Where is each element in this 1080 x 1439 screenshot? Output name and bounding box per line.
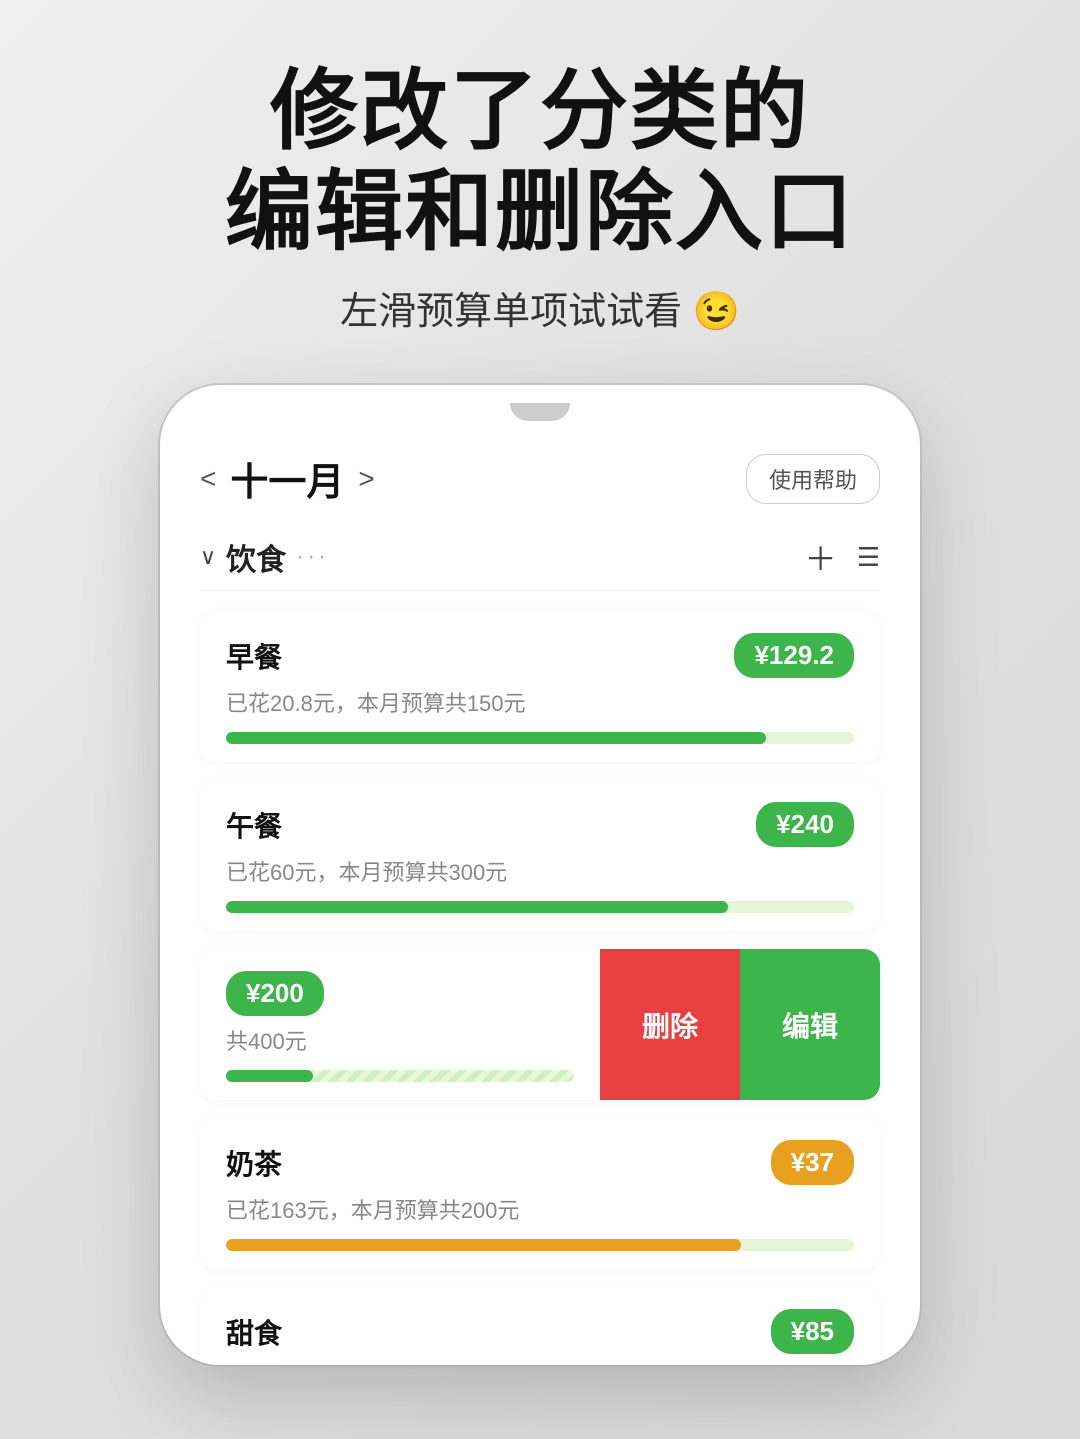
item-row: 奶茶 ¥37 bbox=[226, 1140, 854, 1185]
next-month-button[interactable]: > bbox=[358, 463, 374, 495]
add-item-icon[interactable]: ＋ bbox=[805, 534, 837, 580]
item-desc: 共400元 bbox=[226, 1024, 574, 1056]
item-desc: 已花163元，本月预算共200元 bbox=[226, 1193, 854, 1225]
item-row: 午餐 ¥240 bbox=[226, 802, 854, 847]
app-content: < 十一月 > 使用帮助 ∨ 饮食 ··· ＋ ☰ bbox=[160, 421, 920, 1365]
item-name: 早餐 bbox=[226, 636, 282, 676]
budget-item-breakfast: 早餐 ¥129.2 已花20.8元，本月预算共150元 bbox=[200, 611, 880, 762]
item-name: 午餐 bbox=[226, 805, 282, 845]
month-nav: < 十一月 > bbox=[200, 451, 375, 506]
progress-track bbox=[226, 901, 854, 913]
progress-track bbox=[226, 732, 854, 744]
help-button[interactable]: 使用帮助 bbox=[746, 454, 880, 504]
item-row: 早餐 ¥129.2 bbox=[226, 633, 854, 678]
amount-badge: ¥37 bbox=[771, 1140, 854, 1185]
swipe-item-content: ¥200 共400元 bbox=[200, 949, 600, 1100]
budget-item-milktea: 奶茶 ¥37 已花163元，本月预算共200元 bbox=[200, 1118, 880, 1269]
chevron-down-icon[interactable]: ∨ bbox=[200, 544, 216, 570]
item-row: 甜食 ¥85 bbox=[226, 1309, 854, 1354]
progress-fill bbox=[226, 1239, 741, 1251]
progress-fill bbox=[226, 901, 728, 913]
delete-action-button[interactable]: 删除 bbox=[600, 949, 740, 1100]
edit-action-button[interactable]: 编辑 bbox=[740, 949, 880, 1100]
phone-wrapper: < 十一月 > 使用帮助 ∨ 饮食 ··· ＋ ☰ bbox=[0, 385, 1080, 1365]
progress-fill bbox=[226, 732, 766, 744]
amount-badge: ¥240 bbox=[756, 802, 854, 847]
budget-item-dessert: 甜食 ¥85 已花175元，本月预算共260元 bbox=[200, 1287, 880, 1365]
menu-icon[interactable]: ☰ bbox=[857, 542, 880, 573]
hero-section: 修改了分类的 编辑和删除入口 左滑预算单项试试看 😉 bbox=[0, 0, 1080, 335]
progress-track bbox=[226, 1070, 574, 1082]
app-header: < 十一月 > 使用帮助 bbox=[200, 451, 880, 506]
progress-track bbox=[226, 1239, 854, 1251]
item-name: 甜食 bbox=[226, 1312, 282, 1352]
month-label: 十一月 bbox=[230, 451, 344, 506]
phone-notch bbox=[510, 403, 570, 421]
prev-month-button[interactable]: < bbox=[200, 463, 216, 495]
category-dots[interactable]: ··· bbox=[296, 543, 329, 571]
budget-item-lunch: 午餐 ¥240 已花60元，本月预算共300元 bbox=[200, 780, 880, 931]
item-desc: 已花20.8元，本月预算共150元 bbox=[226, 686, 854, 718]
hero-title-line2: 编辑和删除入口 bbox=[0, 161, 1080, 262]
progress-fill bbox=[226, 1070, 313, 1082]
hero-title-line1: 修改了分类的 bbox=[0, 60, 1080, 161]
category-name: 饮食 bbox=[226, 535, 286, 579]
amount-badge: ¥85 bbox=[771, 1309, 854, 1354]
budget-item-dinner-swipe[interactable]: ¥200 共400元 删除 编辑 bbox=[200, 949, 880, 1100]
category-header: ∨ 饮食 ··· ＋ ☰ bbox=[200, 534, 880, 591]
hero-subtitle: 左滑预算单项试试看 😉 bbox=[0, 280, 1080, 335]
item-name: 奶茶 bbox=[226, 1143, 282, 1183]
amount-badge: ¥129.2 bbox=[734, 633, 854, 678]
amount-badge: ¥200 bbox=[226, 971, 324, 1016]
item-row: ¥200 bbox=[226, 971, 574, 1016]
item-desc: 已花60元，本月预算共300元 bbox=[226, 855, 854, 887]
phone-mockup: < 十一月 > 使用帮助 ∨ 饮食 ··· ＋ ☰ bbox=[160, 385, 920, 1365]
item-desc: 已花175元，本月预算共260元 bbox=[226, 1362, 854, 1365]
swipe-actions: 删除 编辑 bbox=[600, 949, 880, 1100]
category-left: ∨ 饮食 ··· bbox=[200, 535, 329, 579]
category-actions: ＋ ☰ bbox=[805, 534, 880, 580]
